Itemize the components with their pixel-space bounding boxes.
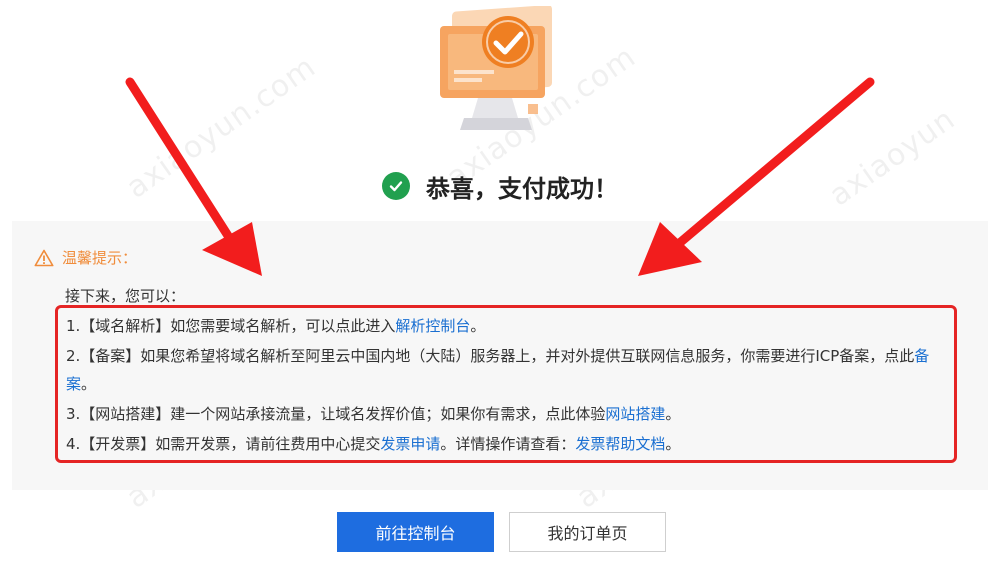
success-title: 恭喜，支付成功！: [426, 174, 618, 203]
list-item: 1.【域名解析】如您需要域名解析，可以点此进入解析控制台。: [66, 312, 951, 340]
item-text: 。: [81, 375, 97, 393]
item-text: 。: [470, 317, 486, 335]
website-builder-link[interactable]: 网站搭建: [605, 405, 665, 423]
monitor-success-illustration: [440, 6, 552, 130]
item-text: 4.【开发票】如需开发票，请前往费用中心提交: [66, 435, 381, 453]
invoice-help-link[interactable]: 发票帮助文档: [575, 435, 665, 453]
item-text: 1.【域名解析】如您需要域名解析，可以点此进入: [66, 317, 396, 335]
tips-list: 1.【域名解析】如您需要域名解析，可以点此进入解析控制台。 2.【备案】如果您希…: [55, 305, 957, 463]
item-text: 2.【备案】如果您希望将域名解析至阿里云中国内地（大陆）服务器上，并对外提供互联…: [66, 347, 915, 365]
tips-title: 温馨提示：: [62, 249, 138, 267]
success-banner: 恭喜，支付成功！: [0, 166, 1000, 206]
check-circle-icon: [382, 172, 410, 200]
warning-triangle-icon: [34, 249, 54, 266]
list-item: 2.【备案】如果您希望将域名解析至阿里云中国内地（大陆）服务器上，并对外提供互联…: [66, 342, 951, 398]
item-text: 。: [665, 405, 681, 423]
tips-header: 温馨提示：: [34, 247, 137, 268]
item-text: 。: [665, 435, 681, 453]
tips-intro: 接下来，您可以：: [65, 287, 186, 305]
list-item: 3.【网站搭建】建一个网站承接流量，让域名发挥价值；如果你有需求，点此体验网站搭…: [66, 400, 951, 428]
list-item: 4.【开发票】如需开发票，请前往费用中心提交发票申请。详情操作请查看：发票帮助文…: [66, 430, 951, 458]
invoice-apply-link[interactable]: 发票申请: [380, 435, 440, 453]
go-to-console-button[interactable]: 前往控制台: [337, 512, 494, 552]
my-orders-button[interactable]: 我的订单页: [509, 512, 666, 552]
dns-console-link[interactable]: 解析控制台: [395, 317, 470, 335]
tips-panel: 温馨提示： 接下来，您可以： 1.【域名解析】如您需要域名解析，可以点此进入解析…: [12, 221, 988, 490]
item-text: 3.【网站搭建】建一个网站承接流量，让域名发挥价值；如果你有需求，点此体验: [66, 405, 606, 423]
item-text: 。详情操作请查看：: [440, 435, 576, 453]
